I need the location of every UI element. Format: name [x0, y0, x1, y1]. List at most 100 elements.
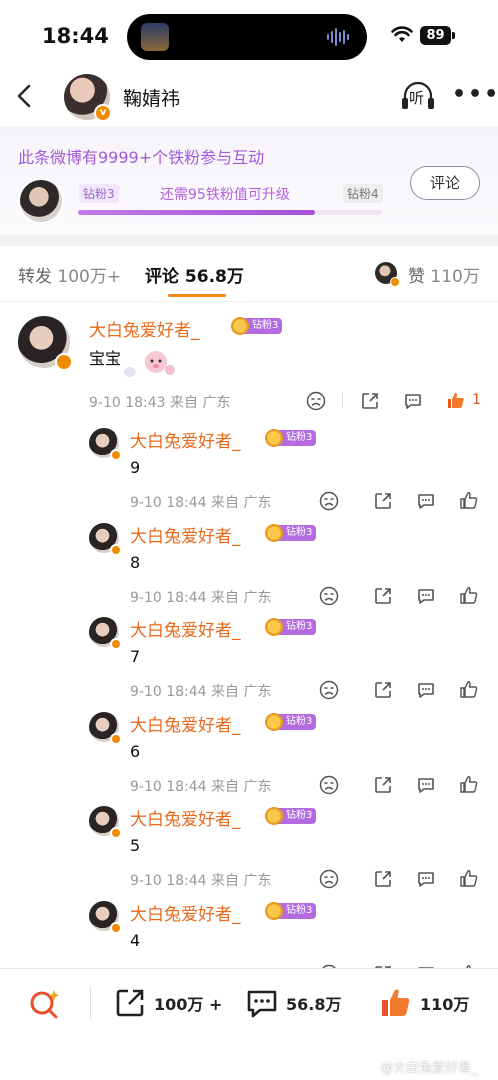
reply-username[interactable]: 大白兔爱好者_: [130, 616, 241, 641]
dislike-icon[interactable]: [319, 491, 339, 511]
verified-badge-icon: [110, 544, 122, 556]
reply-date: 9-10 18:44: [130, 779, 207, 795]
comment-location: 来自 广东: [170, 395, 231, 411]
dislike-icon[interactable]: [319, 680, 339, 700]
comment-button[interactable]: 评论: [410, 166, 480, 200]
reply-meta: 9-10 18:44 来自 广东: [130, 776, 271, 796]
verified-badge-icon: [110, 827, 122, 839]
like-icon[interactable]: [459, 774, 479, 794]
share-icon[interactable]: [373, 775, 393, 795]
like-icon[interactable]: [459, 585, 479, 605]
share-icon[interactable]: [373, 586, 393, 606]
comment-action-button[interactable]: 56.8万: [246, 987, 341, 1019]
reply-avatar[interactable]: [89, 712, 122, 745]
crown-icon: [264, 427, 284, 447]
reply-text: 4: [130, 931, 141, 950]
reply-username[interactable]: 大白兔爱好者_: [130, 805, 241, 830]
reply-text: 8: [130, 553, 141, 572]
reply-icon[interactable]: [416, 586, 436, 606]
verified-badge-icon: [110, 638, 122, 650]
listen-button[interactable]: 听: [400, 78, 436, 114]
repost-icon: [116, 989, 144, 1017]
reply-username[interactable]: 大白兔爱好者_: [130, 522, 241, 547]
fan-level-badge: 钻粉3: [264, 427, 317, 447]
badge-label: 钻粉3: [286, 716, 313, 727]
commenter-avatar[interactable]: [18, 316, 73, 371]
next-fan-level: 钻粉4: [343, 184, 383, 203]
reply-icon[interactable]: [416, 869, 436, 889]
author-avatar[interactable]: v: [64, 74, 112, 122]
tab-comment-count: 56.8万: [184, 267, 244, 287]
audio-wave-icon: [327, 27, 349, 47]
reply-date: 9-10 18:44: [130, 590, 207, 606]
like-icon[interactable]: [446, 390, 466, 410]
repost-button[interactable]: 100万 +: [114, 987, 222, 1019]
fan-level-badge: 钻粉3: [230, 315, 283, 335]
reply-icon[interactable]: [416, 680, 436, 700]
like-count: 110万: [420, 995, 470, 1014]
share-icon[interactable]: [373, 869, 393, 889]
tab-comment[interactable]: 评论 56.8万: [145, 262, 244, 287]
reply-avatar[interactable]: [89, 806, 122, 839]
crown-icon: [230, 315, 250, 335]
crown-icon: [264, 616, 284, 636]
badge-label: 钻粉3: [286, 621, 313, 632]
share-icon[interactable]: [373, 680, 393, 700]
active-tab-indicator: [168, 294, 226, 297]
reply-avatar[interactable]: [89, 523, 122, 556]
reply-avatar[interactable]: [89, 617, 122, 650]
reply-username[interactable]: 大白兔爱好者_: [130, 900, 241, 925]
liker-avatar: [375, 262, 400, 287]
search-sparkle-icon[interactable]: [28, 987, 62, 1021]
reply-text: 9: [130, 458, 141, 477]
reply-avatar[interactable]: [89, 428, 122, 461]
reply-date: 9-10 18:44: [130, 873, 207, 889]
reply-username[interactable]: 大白兔爱好者_: [130, 427, 241, 452]
reply-icon[interactable]: [416, 491, 436, 511]
dislike-icon[interactable]: [319, 869, 339, 889]
commenter-name[interactable]: 大白兔爱好者_: [89, 316, 200, 341]
share-icon[interactable]: [360, 391, 380, 411]
tab-like-count: 110万: [430, 267, 480, 287]
dislike-icon[interactable]: [319, 775, 339, 795]
battery-icon: 89: [420, 26, 455, 45]
reply-icon[interactable]: [403, 391, 423, 411]
reply-location: 来自 广东: [211, 495, 272, 511]
comment-like-count: 1: [472, 392, 481, 408]
reply-location: 来自 广东: [211, 873, 272, 889]
author-name[interactable]: 鞠婧祎: [123, 84, 180, 111]
like-icon[interactable]: [459, 679, 479, 699]
reply-location: 来自 广东: [211, 779, 272, 795]
current-fan-level: 钻粉3: [79, 184, 119, 203]
reply-meta: 9-10 18:44 来自 广东: [130, 870, 271, 890]
tab-like[interactable]: 赞 110万: [408, 262, 480, 287]
upgrade-hint: 还需95铁粉值可升级: [160, 187, 290, 203]
like-action-button[interactable]: 110万: [380, 987, 469, 1019]
badge-label: 钻粉3: [286, 527, 313, 538]
section-divider: [0, 234, 498, 246]
crown-icon: [264, 805, 284, 825]
badge-label: 钻粉3: [286, 432, 313, 443]
comment-text: 宝宝: [89, 349, 122, 368]
reply-meta: 9-10 18:44 来自 广东: [130, 587, 271, 607]
interaction-tabs: 转发 100万+ 评论 56.8万 赞 110万: [0, 246, 498, 302]
fan-avatar: [18, 178, 64, 224]
tab-repost-label: 转发: [18, 267, 52, 287]
share-icon[interactable]: [373, 491, 393, 511]
fan-banner-title: 此条微博有9999+个铁粉参与互动: [18, 148, 265, 167]
reply-avatar[interactable]: [89, 901, 122, 934]
like-icon[interactable]: [459, 490, 479, 510]
dislike-icon[interactable]: [319, 586, 339, 606]
reply-icon[interactable]: [416, 775, 436, 795]
reply-location: 来自 广东: [211, 590, 272, 606]
dynamic-island[interactable]: [127, 14, 367, 60]
status-time: 18:44: [42, 24, 109, 48]
back-arrow-icon[interactable]: [12, 80, 36, 112]
like-icon[interactable]: [459, 868, 479, 888]
tab-repost[interactable]: 转发 100万+: [18, 262, 121, 287]
crown-icon: [264, 711, 284, 731]
more-options-icon[interactable]: •••: [452, 82, 498, 107]
reply-username[interactable]: 大白兔爱好者_: [130, 711, 241, 736]
dislike-icon[interactable]: [306, 391, 326, 411]
wifi-icon: [391, 26, 413, 42]
